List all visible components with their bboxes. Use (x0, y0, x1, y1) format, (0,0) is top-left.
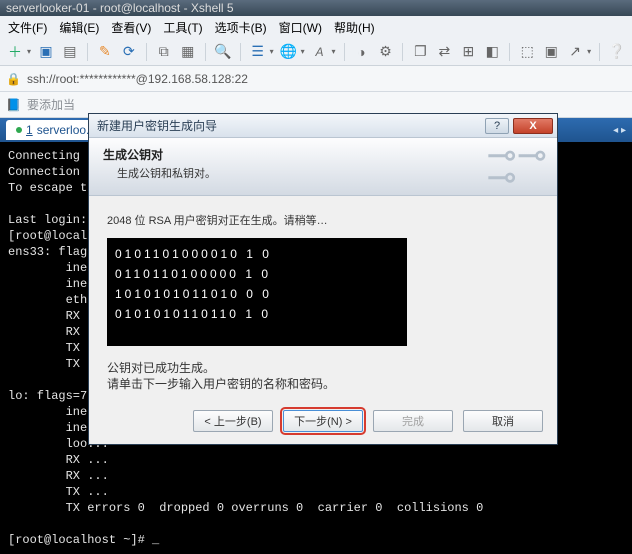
dropdown-icon[interactable]: ▾ (270, 47, 274, 56)
tab-index: 1 (26, 123, 33, 137)
tab-nav-icon[interactable]: ◂ ▸ (613, 125, 626, 136)
dropdown-icon[interactable]: ▾ (301, 47, 305, 56)
app-title: serverlooker-01 - root@localhost - Xshel… (6, 1, 234, 15)
dialog-subheading: 生成公钥和私钥对。 (117, 165, 543, 181)
paste-icon[interactable]: ▦ (179, 43, 197, 61)
bookmark-icon[interactable]: 📘 (6, 98, 21, 112)
dialog-close-button[interactable]: X (513, 118, 553, 134)
status-dot-icon (16, 127, 22, 133)
dropdown-icon[interactable]: ▾ (27, 47, 31, 56)
fullscreen-icon[interactable]: ◑ (353, 43, 371, 61)
n7-icon[interactable]: ↗ (566, 43, 584, 61)
done-line1: 公钥对已成功生成。 (107, 360, 539, 376)
menu-tool[interactable]: 工具(T) (163, 19, 202, 36)
open-icon[interactable]: ▣ (37, 43, 55, 61)
lock-icon: 🔒 (6, 72, 21, 86)
app-titlebar: serverlooker-01 - root@localhost - Xshel… (0, 0, 632, 16)
dialog-body: 2048 位 RSA 用户密钥对正在生成。请稍等… 0101101000010 … (89, 196, 557, 398)
menubar: 文件(F) 编辑(E) 查看(V) 工具(T) 选项卡(B) 窗口(W) 帮助(… (0, 16, 632, 38)
copy-icon[interactable]: ⧉ (155, 43, 173, 61)
address-url: ssh://root:************@192.168.58.128:2… (27, 72, 248, 86)
menu-edit[interactable]: 编辑(E) (59, 19, 99, 36)
n2-icon[interactable]: ⇄ (435, 43, 453, 61)
back-button[interactable]: < 上一步(B) (193, 410, 273, 432)
dialog-help-button[interactable]: ? (485, 118, 509, 134)
reconnect-icon[interactable]: ⟳ (120, 43, 138, 61)
n3-icon[interactable]: ⊞ (459, 43, 477, 61)
binary-row: 0101010110110 1 0 (115, 304, 399, 324)
globe-icon[interactable]: 🌐 (280, 43, 298, 61)
help-icon[interactable]: ❔ (608, 43, 626, 61)
binary-row: 0101101000010 1 0 (115, 244, 399, 264)
font-icon[interactable]: A (311, 43, 329, 61)
binary-row: 1010101011010 0 0 (115, 284, 399, 304)
dialog-buttons: < 上一步(B) 下一步(N) > 完成 取消 (89, 398, 557, 444)
dialog-heading: 生成公钥对 (103, 146, 543, 163)
menu-file[interactable]: 文件(F) (8, 19, 47, 36)
cancel-button[interactable]: 取消 (463, 410, 543, 432)
toolbar: ＋▾ ▣ ▤ ✎ ⟳ ⧉ ▦ 🔍 ☰▾ 🌐▾ A▾ ◑ ⚙ ❐ ⇄ ⊞ ◧ ⬚ … (0, 38, 632, 66)
dialog-header: 生成公钥对 生成公钥和私钥对。 ⊸⊸⊸ (89, 138, 557, 196)
done-text: 公钥对已成功生成。 请单击下一步输入用户密钥的名称和密码。 (107, 360, 539, 392)
next-button[interactable]: 下一步(N) > (283, 410, 363, 432)
address-bar[interactable]: 🔒 ssh://root:************@192.168.58.128… (0, 66, 632, 92)
binary-animation: 0101101000010 1 0 0110110100000 1 0 1010… (107, 238, 407, 346)
settings-icon[interactable]: ⚙ (377, 43, 395, 61)
done-line2: 请单击下一步输入用户密钥的名称和密码。 (107, 376, 539, 392)
generating-text: 2048 位 RSA 用户密钥对正在生成。请稍等… (107, 212, 539, 228)
find-icon[interactable]: 🔍 (214, 43, 232, 61)
n6-icon[interactable]: ▣ (542, 43, 560, 61)
key-icon[interactable]: ✎ (96, 43, 114, 61)
finish-button: 完成 (373, 410, 453, 432)
keygen-wizard-dialog: 新建用户密钥生成向导 ? X 生成公钥对 生成公钥和私钥对。 ⊸⊸⊸ 2048 … (88, 113, 558, 445)
save-icon[interactable]: ▤ (61, 43, 79, 61)
dropdown-icon[interactable]: ▾ (587, 47, 591, 56)
dropdown-icon[interactable]: ▾ (332, 47, 336, 56)
n4-icon[interactable]: ◧ (483, 43, 501, 61)
dialog-title: 新建用户密钥生成向导 (97, 117, 217, 134)
new-session-icon[interactable]: ＋ (6, 43, 24, 61)
n1-icon[interactable]: ❐ (411, 43, 429, 61)
menu-window[interactable]: 窗口(W) (279, 19, 322, 36)
n5-icon[interactable]: ⬚ (518, 43, 536, 61)
props-icon[interactable]: ☰ (249, 43, 267, 61)
binary-row: 0110110100000 1 0 (115, 264, 399, 284)
menu-help[interactable]: 帮助(H) (334, 19, 375, 36)
menu-view[interactable]: 查看(V) (111, 19, 151, 36)
bookmark-hint: 要添加当 (27, 96, 75, 113)
menu-tab[interactable]: 选项卡(B) (215, 19, 267, 36)
keys-icon: ⊸⊸⊸ (487, 144, 547, 188)
